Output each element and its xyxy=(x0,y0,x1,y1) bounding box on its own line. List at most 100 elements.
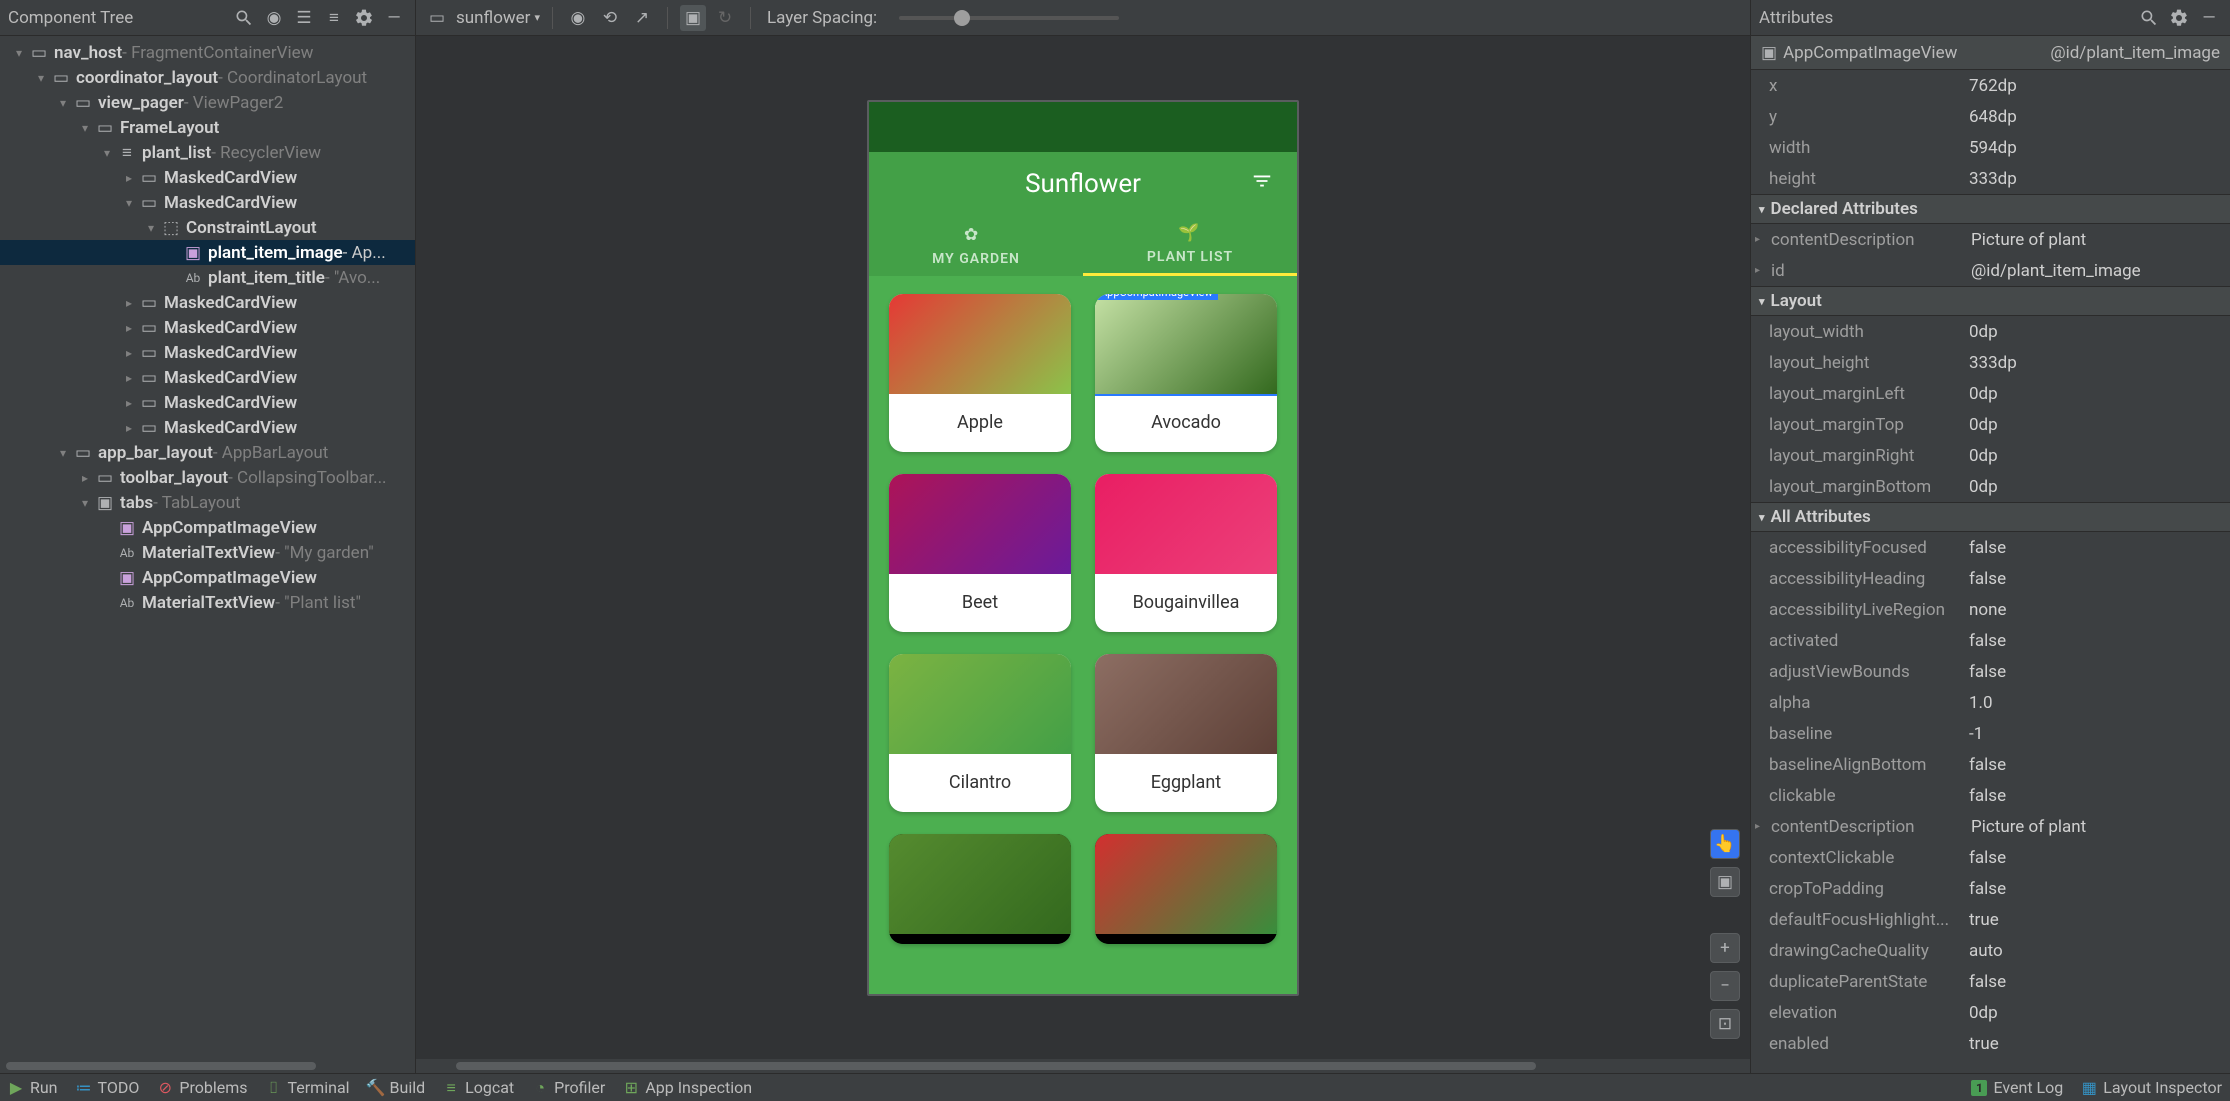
attribute-row[interactable]: activatedfalse xyxy=(1751,625,2230,656)
tree-row[interactable]: ▣AppCompatImageView xyxy=(0,515,415,540)
attribute-value[interactable]: 762dp xyxy=(1969,76,2017,96)
attribute-row[interactable]: cropToPaddingfalse xyxy=(1751,873,2230,904)
layer-spacing-slider[interactable] xyxy=(899,16,1119,20)
device-icon[interactable]: ▭ xyxy=(424,5,450,31)
attribute-value[interactable]: Picture of plant xyxy=(1971,230,2086,250)
zoom-fit-icon[interactable]: ⊡ xyxy=(1710,1009,1740,1039)
attribute-row[interactable]: elevation0dp xyxy=(1751,997,2230,1028)
attribute-value[interactable]: false xyxy=(1969,538,2006,558)
tree-toggle-icon[interactable] xyxy=(164,269,182,287)
attribute-row[interactable]: y648dp xyxy=(1751,101,2230,132)
attribute-row[interactable]: height333dp xyxy=(1751,163,2230,194)
attribute-value[interactable]: @id/plant_item_image xyxy=(1971,261,2141,281)
terminal-button[interactable]: ⌷Terminal xyxy=(266,1078,350,1097)
tree-row[interactable]: AbMaterialTextView - "My garden" xyxy=(0,540,415,565)
tree-toggle-icon[interactable]: ▾ xyxy=(10,44,28,62)
preview-canvas[interactable]: Sunflower ✿ MY GARDEN 🌱 PLANT LIST Ap xyxy=(416,36,1750,1059)
tree-row[interactable]: ▾▭view_pager - ViewPager2 xyxy=(0,90,415,115)
tree-row[interactable]: ▸▭MaskedCardView xyxy=(0,365,415,390)
tree-toggle-icon[interactable] xyxy=(98,594,116,612)
plant-card[interactable]: AppCompatImageViewAvocado xyxy=(1095,294,1277,452)
plant-card[interactable]: Beet xyxy=(889,474,1071,632)
attribute-value[interactable]: false xyxy=(1969,786,2006,806)
attribute-row[interactable]: layout_marginLeft0dp xyxy=(1751,378,2230,409)
tree-row[interactable]: ▾⬚ConstraintLayout xyxy=(0,215,415,240)
tab-my-garden[interactable]: ✿ MY GARDEN xyxy=(869,216,1083,276)
filter-icon[interactable]: ☰ xyxy=(291,5,317,31)
attribute-value[interactable]: false xyxy=(1969,662,2006,682)
attribute-value[interactable]: Picture of plant xyxy=(1971,817,2086,837)
tree-toggle-icon[interactable]: ▸ xyxy=(120,394,138,412)
search-icon[interactable] xyxy=(2136,5,2162,31)
tab-plant-list[interactable]: 🌱 PLANT LIST xyxy=(1083,216,1297,276)
expand-icon[interactable]: ▸ xyxy=(1755,821,1769,832)
plant-card[interactable]: Apple xyxy=(889,294,1071,452)
tree-toggle-icon[interactable]: ▾ xyxy=(54,94,72,112)
zoom-in-icon[interactable]: + xyxy=(1710,933,1740,963)
plant-card[interactable]: Cilantro xyxy=(889,654,1071,812)
attribute-value[interactable]: -1 xyxy=(1969,724,1983,744)
zoom-out-icon[interactable]: − xyxy=(1710,971,1740,1001)
tree-row[interactable]: Abplant_item_title - "Avo... xyxy=(0,265,415,290)
attribute-row[interactable]: layout_marginBottom0dp xyxy=(1751,471,2230,502)
tree-toggle-icon[interactable]: ▸ xyxy=(120,344,138,362)
tree-row[interactable]: ▸▭toolbar_layout - CollapsingToolbar... xyxy=(0,465,415,490)
attribute-value[interactable]: none xyxy=(1969,600,2007,620)
tree-row[interactable]: ▣plant_item_image - Ap... xyxy=(0,240,415,265)
layers-icon[interactable]: ▣ xyxy=(1710,867,1740,897)
attribute-row[interactable]: layout_height333dp xyxy=(1751,347,2230,378)
attribute-row[interactable]: layout_marginTop0dp xyxy=(1751,409,2230,440)
attribute-row[interactable]: drawingCacheQualityauto xyxy=(1751,935,2230,966)
attribute-value[interactable]: 0dp xyxy=(1969,322,1998,342)
export-icon[interactable]: ↗ xyxy=(629,5,655,31)
plant-grid[interactable]: AppleAppCompatImageViewAvocadoBeetBougai… xyxy=(869,276,1297,994)
build-button[interactable]: 🔨Build xyxy=(368,1078,426,1097)
tree-row[interactable]: ▾▣tabs - TabLayout xyxy=(0,490,415,515)
profiler-button[interactable]: ◔Profiler xyxy=(532,1078,605,1097)
attribute-value[interactable]: false xyxy=(1969,755,2006,775)
todo-button[interactable]: ≔TODO xyxy=(76,1078,140,1097)
tree-toggle-icon[interactable]: ▸ xyxy=(120,419,138,437)
tree-row[interactable]: ▾≡plant_list - RecyclerView xyxy=(0,140,415,165)
minimize-icon[interactable]: — xyxy=(2196,5,2222,31)
tree-toggle-icon[interactable]: ▾ xyxy=(120,194,138,212)
tree-toggle-icon[interactable]: ▸ xyxy=(120,294,138,312)
attribute-value[interactable]: false xyxy=(1969,972,2006,992)
attribute-value[interactable]: 0dp xyxy=(1969,446,1998,466)
attribute-value[interactable]: 333dp xyxy=(1969,353,2017,373)
attribute-value[interactable]: false xyxy=(1969,631,2006,651)
tree-row[interactable]: ▾▭nav_host - FragmentContainerView xyxy=(0,40,415,65)
rotate-icon[interactable]: ⟲ xyxy=(597,5,623,31)
attribute-value[interactable]: 333dp xyxy=(1969,169,2017,189)
tree-toggle-icon[interactable]: ▸ xyxy=(76,469,94,487)
attribute-section-header[interactable]: ▾All Attributes xyxy=(1751,502,2230,532)
attribute-row[interactable]: ▸id@id/plant_item_image xyxy=(1751,255,2230,286)
tree-row[interactable]: ▾▭FrameLayout xyxy=(0,115,415,140)
filter-list-icon[interactable] xyxy=(1251,170,1273,197)
plant-card[interactable] xyxy=(1095,834,1277,944)
chevron-down-icon[interactable]: ▾ xyxy=(1759,511,1765,524)
eye-icon[interactable]: ◉ xyxy=(261,5,287,31)
event-log-button[interactable]: 1Event Log xyxy=(1971,1078,2063,1097)
tree-toggle-icon[interactable]: ▸ xyxy=(120,169,138,187)
tree-toggle-icon[interactable]: ▾ xyxy=(76,119,94,137)
attribute-value[interactable]: true xyxy=(1969,1034,1999,1054)
tree-toggle-icon[interactable]: ▸ xyxy=(120,319,138,337)
tree-row[interactable]: ▸▭MaskedCardView xyxy=(0,390,415,415)
tree-toggle-icon[interactable] xyxy=(98,569,116,587)
attribute-row[interactable]: defaultFocusHighlight...true xyxy=(1751,904,2230,935)
tree-row[interactable]: ▣AppCompatImageView xyxy=(0,565,415,590)
attribute-value[interactable]: 0dp xyxy=(1969,384,1998,404)
attribute-row[interactable]: alpha1.0 xyxy=(1751,687,2230,718)
tree-toggle-icon[interactable] xyxy=(98,544,116,562)
attribute-row[interactable]: duplicateParentStatefalse xyxy=(1751,966,2230,997)
tree-toggle-icon[interactable]: ▾ xyxy=(32,69,50,87)
tree-row[interactable]: ▾▭app_bar_layout - AppBarLayout xyxy=(0,440,415,465)
snapshot-icon[interactable]: ▣ xyxy=(680,5,706,31)
tree-toggle-icon[interactable] xyxy=(164,244,182,262)
tree-row[interactable]: AbMaterialTextView - "Plant list" xyxy=(0,590,415,615)
refresh-icon[interactable]: ↻ xyxy=(712,5,738,31)
component-tree[interactable]: ▾▭nav_host - FragmentContainerView▾▭coor… xyxy=(0,36,415,1059)
attribute-value[interactable]: 648dp xyxy=(1969,107,2017,127)
attribute-value[interactable]: 0dp xyxy=(1969,415,1998,435)
